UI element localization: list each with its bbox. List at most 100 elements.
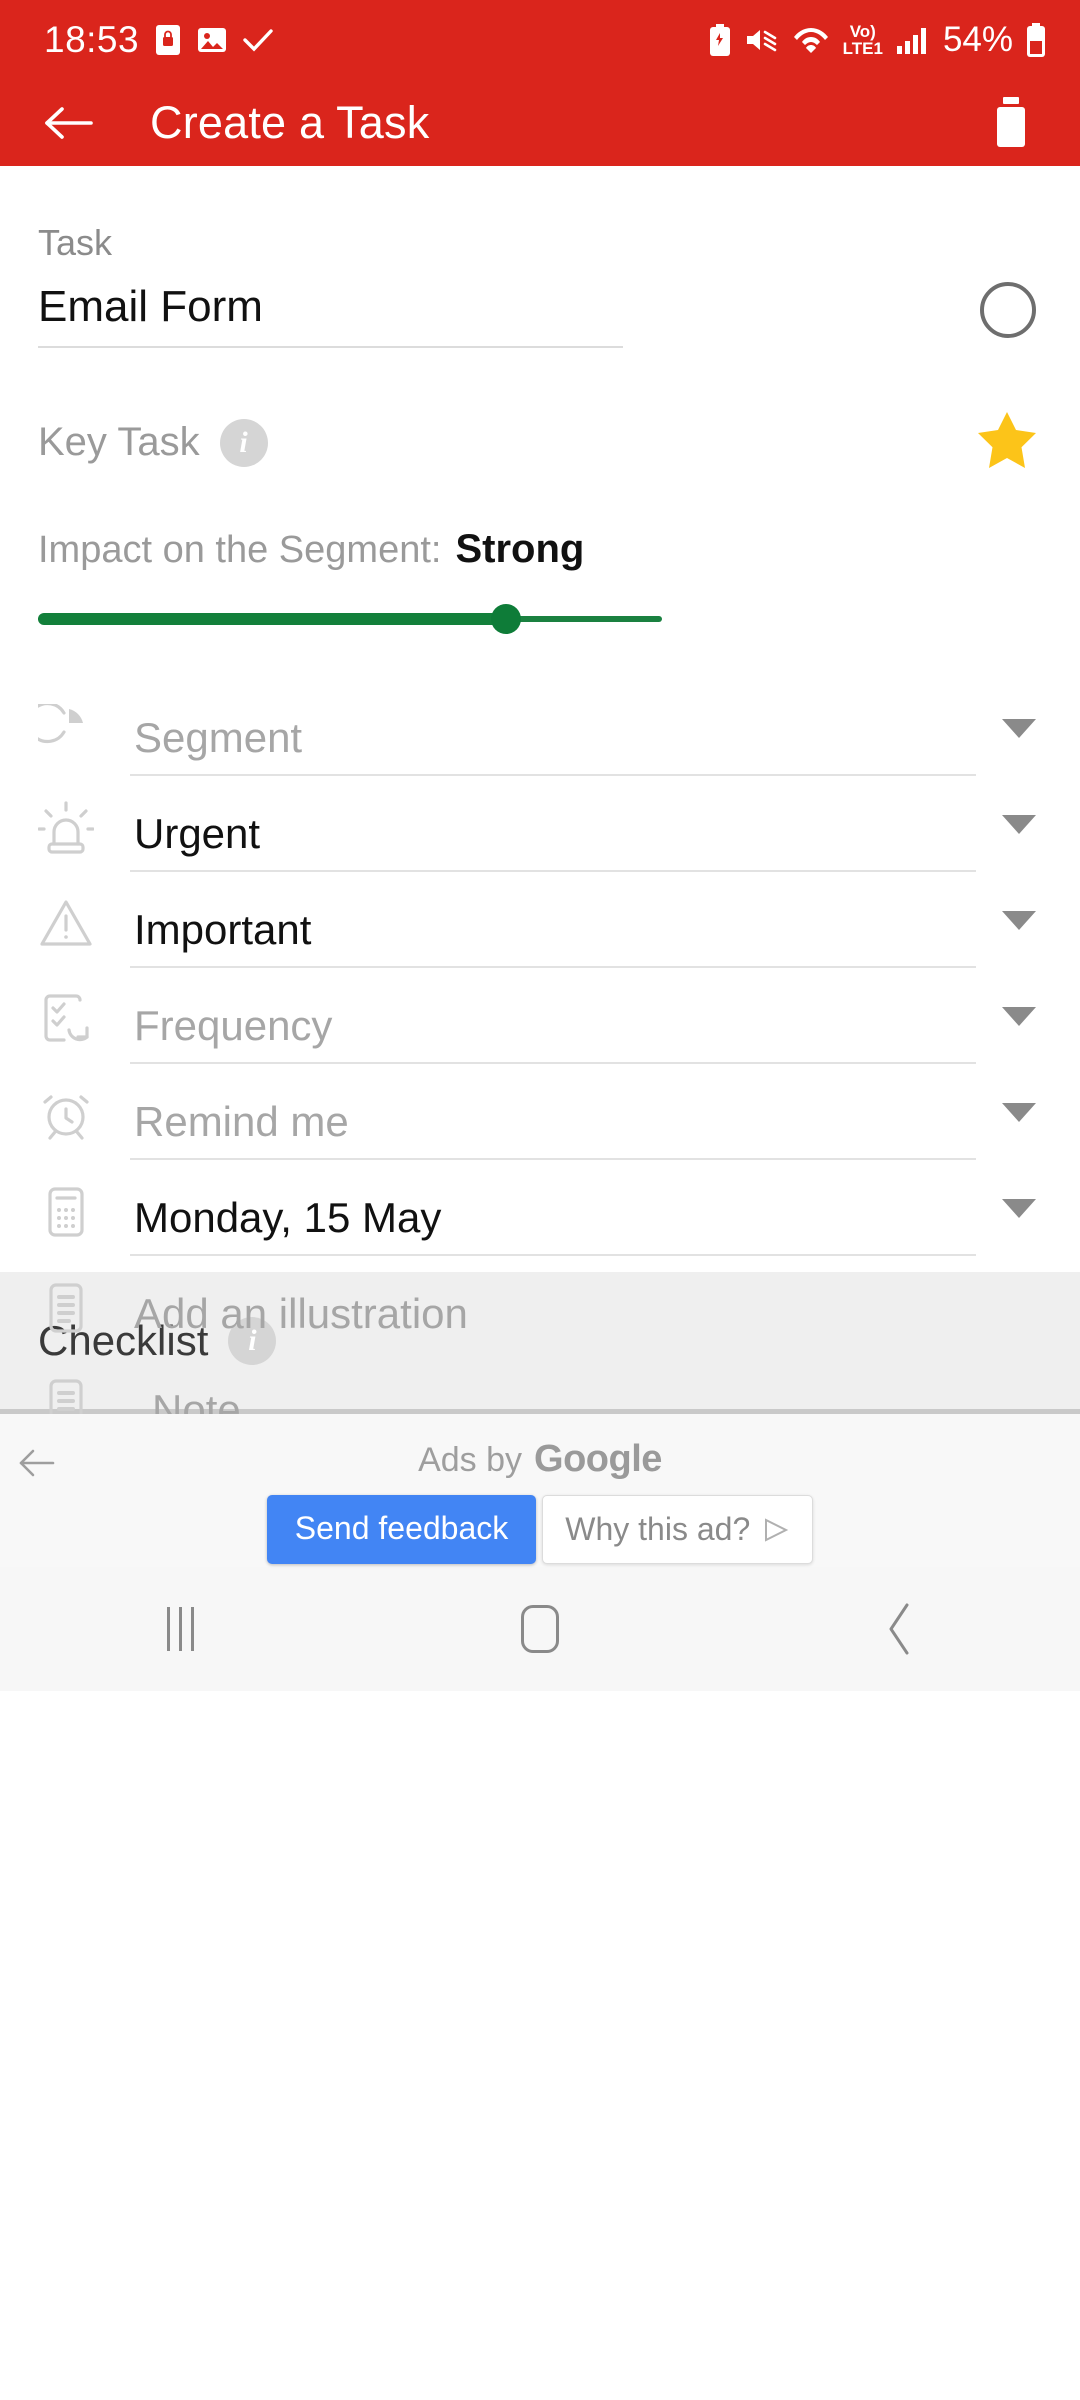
network-label: LTE1 [842, 39, 883, 58]
why-this-ad-button[interactable]: Why this ad? [542, 1495, 814, 1564]
row-field[interactable]: Frequency [130, 1002, 976, 1064]
row-field[interactable]: Add an illustration [130, 1290, 976, 1352]
home-icon [521, 1605, 559, 1653]
key-task-row: Key Task i [38, 410, 1042, 475]
row-underline [130, 1254, 976, 1256]
phone-lock-icon [156, 25, 181, 55]
task-attribute-row[interactable]: Urgent [38, 776, 1042, 872]
phone-screen: 18:53 Vo) LTE1 54% Create a Task Task Em… [0, 0, 1080, 2400]
document-icon [49, 1283, 83, 1333]
volte-icon: Vo) LTE1 [843, 23, 883, 57]
row-field[interactable]: Urgent [130, 810, 976, 872]
delete-task-button[interactable] [982, 94, 1040, 152]
recents-icon [166, 1607, 194, 1651]
battery-percent-label: 54% [942, 20, 1013, 59]
row-value: Monday, 15 May [134, 1194, 442, 1241]
repeat-checklist-icon [44, 994, 89, 1042]
system-nav-bar [0, 1567, 1080, 1691]
task-input-underline [38, 346, 623, 348]
task-field-label: Task [38, 222, 113, 263]
app-bar: Create a Task [0, 80, 1080, 166]
home-button[interactable] [480, 1589, 600, 1669]
impact-slider-thumb[interactable] [491, 604, 521, 634]
impact-slider[interactable] [38, 604, 662, 634]
task-input-value: Email Form [38, 282, 263, 331]
recents-button[interactable] [120, 1589, 240, 1669]
siren-icon [38, 801, 94, 854]
alarm-clock-icon [43, 1095, 89, 1140]
arrow-left-icon [19, 1449, 55, 1477]
row-underline [130, 774, 976, 776]
row-underline [130, 966, 976, 968]
siren-icon-wrap [38, 800, 130, 872]
key-task-label: Key Task [38, 420, 200, 464]
ad-back-button[interactable] [18, 1446, 58, 1485]
row-value: Remind me [134, 1098, 349, 1145]
status-bar-right: Vo) LTE1 54% [708, 20, 1046, 60]
chevron-down-icon[interactable] [1002, 911, 1036, 930]
row-field[interactable]: Important [130, 906, 976, 968]
chevron-down-icon[interactable] [1002, 1199, 1036, 1218]
repeat-checklist-icon-wrap [38, 992, 130, 1064]
task-attribute-row[interactable]: Frequency [38, 968, 1042, 1064]
task-input[interactable]: Email Form [38, 282, 950, 348]
task-form: Task Email Form Key Task i Impact on the… [0, 166, 1080, 1448]
row-value: Important [134, 906, 312, 953]
task-input-row: Email Form [38, 282, 1042, 348]
send-feedback-button[interactable]: Send feedback [266, 1495, 537, 1564]
task-attribute-row[interactable]: Add an illustration [38, 1256, 1042, 1352]
row-underline [130, 1158, 976, 1160]
impact-label: Impact on the Segment: [38, 529, 442, 571]
ad-buttons: Send feedback Why this ad? [266, 1495, 814, 1564]
star-filled-icon [978, 412, 1036, 468]
row-field[interactable]: Segment [130, 714, 976, 776]
back-button[interactable] [40, 94, 98, 152]
mute-icon [746, 30, 776, 52]
task-attribute-row[interactable]: Segment [38, 680, 1042, 776]
trash-icon [997, 97, 1025, 147]
google-wordmark: Google [534, 1438, 662, 1480]
ads-by-label: Ads by [418, 1441, 523, 1479]
row-value: Segment [134, 714, 303, 761]
battery-saver-icon [709, 24, 730, 56]
task-attribute-row[interactable]: Monday, 15 May [38, 1160, 1042, 1256]
signal-icon [896, 28, 926, 54]
row-field[interactable]: Remind me [130, 1098, 976, 1160]
system-back-button[interactable] [840, 1589, 960, 1669]
task-attribute-row[interactable]: Important [38, 872, 1042, 968]
chevron-down-icon[interactable] [1002, 1103, 1036, 1122]
why-this-ad-label: Why this ad? [565, 1511, 751, 1547]
status-bar: 18:53 Vo) LTE1 54% [0, 0, 1080, 80]
task-attribute-row[interactable]: Remind me [38, 1064, 1042, 1160]
status-bar-left: 18:53 [44, 19, 273, 61]
battery-icon [1027, 23, 1045, 57]
pie-chart-icon-wrap [38, 704, 130, 776]
image-icon [198, 28, 227, 52]
chevron-down-icon[interactable] [1002, 1007, 1036, 1026]
row-underline [130, 1062, 976, 1064]
task-done-toggle[interactable] [980, 282, 1036, 338]
warning-triangle-icon-wrap [38, 896, 130, 968]
checkmark-icon [243, 29, 273, 52]
chevron-down-icon[interactable] [1002, 719, 1036, 738]
row-value: Urgent [134, 810, 261, 857]
row-value: Add an illustration [134, 1290, 468, 1337]
impact-slider-fill [38, 613, 506, 625]
chevron-down-icon[interactable] [1002, 815, 1036, 834]
impact-row: Impact on the Segment: Strong [38, 527, 1042, 572]
key-task-star-toggle[interactable] [976, 410, 1038, 475]
task-attribute-rows: Segment Urgent Important Frequency Remind me… [38, 680, 1042, 1448]
document-icon-wrap [38, 1280, 130, 1352]
impact-value: Strong [455, 527, 585, 571]
row-underline [130, 870, 976, 872]
wifi-icon [793, 28, 828, 53]
ad-choices-icon [765, 1517, 789, 1542]
row-value: Frequency [134, 1002, 333, 1049]
alarm-clock-icon-wrap [38, 1088, 130, 1160]
arrow-left-icon [45, 107, 93, 139]
volte-label: Vo) [849, 22, 876, 41]
row-field[interactable]: Monday, 15 May [130, 1194, 976, 1256]
ads-by-google: Ads by Google [418, 1438, 662, 1481]
info-icon[interactable]: i [219, 418, 268, 467]
calendar-icon-wrap [38, 1184, 130, 1256]
